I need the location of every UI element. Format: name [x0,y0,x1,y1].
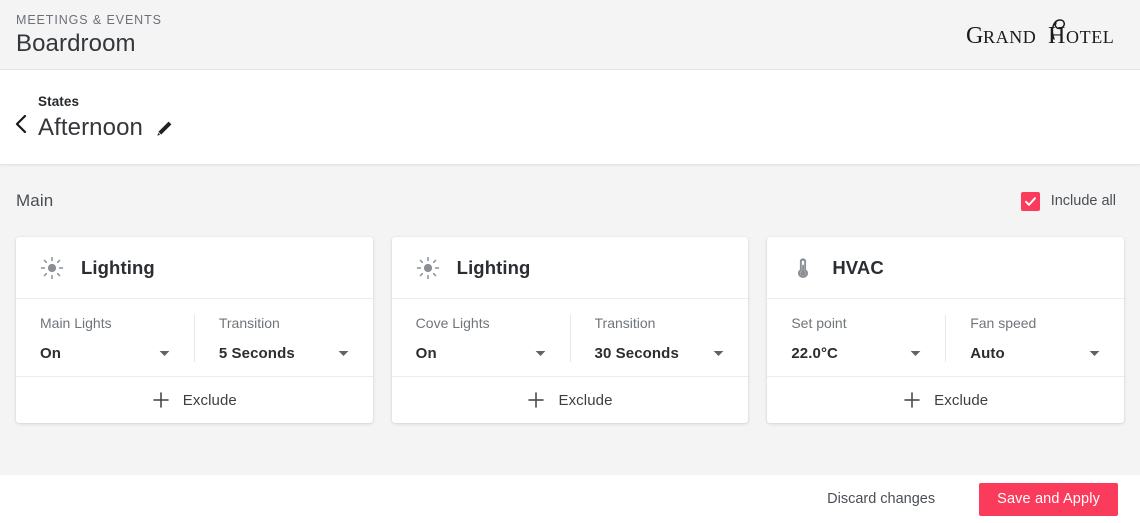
header-titles: MEETINGS & EVENTS Boardroom [16,11,162,59]
field-value: On [40,345,61,362]
card-field: Set point 22.0°C [767,315,945,362]
card-field: Main Lights On [16,315,194,362]
field-value: On [416,345,437,362]
page-title: Boardroom [16,29,162,59]
field-label: Cove Lights [416,315,546,331]
field-dropdown[interactable]: 5 Seconds [219,345,349,362]
state-name-row: Afternoon [38,112,173,144]
chevron-down-icon [713,350,724,357]
states-label: States [38,93,173,111]
plus-icon [903,391,921,409]
include-all-checkbox[interactable] [1021,192,1040,211]
field-label: Transition [595,315,725,331]
breadcrumb: MEETINGS & EVENTS [16,13,162,27]
include-all-label: Include all [1051,193,1116,209]
svg-text:RAND: RAND [983,27,1036,47]
top-header: MEETINGS & EVENTS Boardroom G RAND H OTE… [0,0,1140,70]
field-label: Transition [219,315,349,331]
card-header: Lighting [16,237,373,299]
discard-changes-button[interactable]: Discard changes [811,483,951,515]
field-dropdown[interactable]: Auto [970,345,1100,362]
field-dropdown[interactable]: On [40,345,170,362]
state-bar: States Afternoon [0,70,1140,165]
chevron-down-icon [910,350,921,357]
card-field: Cove Lights On [392,315,570,362]
field-dropdown[interactable]: On [416,345,546,362]
app-root: MEETINGS & EVENTS Boardroom G RAND H OTE… [0,0,1140,523]
exclude-button[interactable]: Exclude [392,377,749,423]
card-title: HVAC [832,257,883,279]
card-header: Lighting [392,237,749,299]
chevron-down-icon [159,350,170,357]
card-field: Transition 30 Seconds [570,315,749,362]
card-field: Fan speed Auto [945,315,1124,362]
plus-icon [152,391,170,409]
state-name: Afternoon [38,112,143,144]
sun-icon [40,256,64,280]
field-value: 30 Seconds [595,345,679,362]
device-card: Lighting Cove Lights On Transition [392,237,749,423]
field-label: Fan speed [970,315,1100,331]
field-value: Auto [970,345,1005,362]
exclude-label: Exclude [934,392,988,409]
thermometer-icon [791,256,815,280]
include-all-toggle[interactable]: Include all [1021,192,1124,211]
field-label: Main Lights [40,315,170,331]
edit-state-button[interactable] [155,117,173,138]
card-header: HVAC [767,237,1124,299]
device-card: HVAC Set point 22.0°C Fan speed [767,237,1124,423]
sun-icon [416,256,440,280]
cards-row: Lighting Main Lights On Transition [16,237,1124,423]
svg-text:OTEL: OTEL [1066,27,1114,47]
field-dropdown[interactable]: 30 Seconds [595,345,725,362]
check-icon [1024,195,1037,208]
card-title: Lighting [457,257,531,279]
exclude-button[interactable]: Exclude [767,377,1124,423]
exclude-label: Exclude [183,392,237,409]
device-card: Lighting Main Lights On Transition [16,237,373,423]
field-value: 5 Seconds [219,345,295,362]
field-value: 22.0°C [791,345,838,362]
chevron-down-icon [338,350,349,357]
pencil-icon [155,120,173,138]
field-label: Set point [791,315,921,331]
footer-bar: Discard changes Save and Apply [0,475,1140,523]
card-field: Transition 5 Seconds [194,315,373,362]
grand-hotel-logo: G RAND H OTEL [966,13,1124,57]
card-body: Cove Lights On Transition 30 Seconds [392,299,749,377]
chevron-left-icon [13,113,29,135]
svg-text:G: G [966,23,984,49]
field-dropdown[interactable]: 22.0°C [791,345,921,362]
chevron-down-icon [535,350,546,357]
grand-hotel-logo-icon: G RAND H OTEL [966,13,1118,57]
main-content: Main Include all [0,165,1140,475]
section-header-row: Main Include all [16,165,1124,237]
chevron-down-icon [1089,350,1100,357]
card-body: Set point 22.0°C Fan speed Auto [767,299,1124,377]
plus-icon [527,391,545,409]
exclude-label: Exclude [558,392,612,409]
card-title: Lighting [81,257,155,279]
section-title: Main [16,191,53,211]
card-body: Main Lights On Transition 5 Seconds [16,299,373,377]
state-texts: States Afternoon [38,91,173,144]
back-button[interactable] [4,99,38,135]
save-and-apply-button[interactable]: Save and Apply [979,483,1118,516]
exclude-button[interactable]: Exclude [16,377,373,423]
